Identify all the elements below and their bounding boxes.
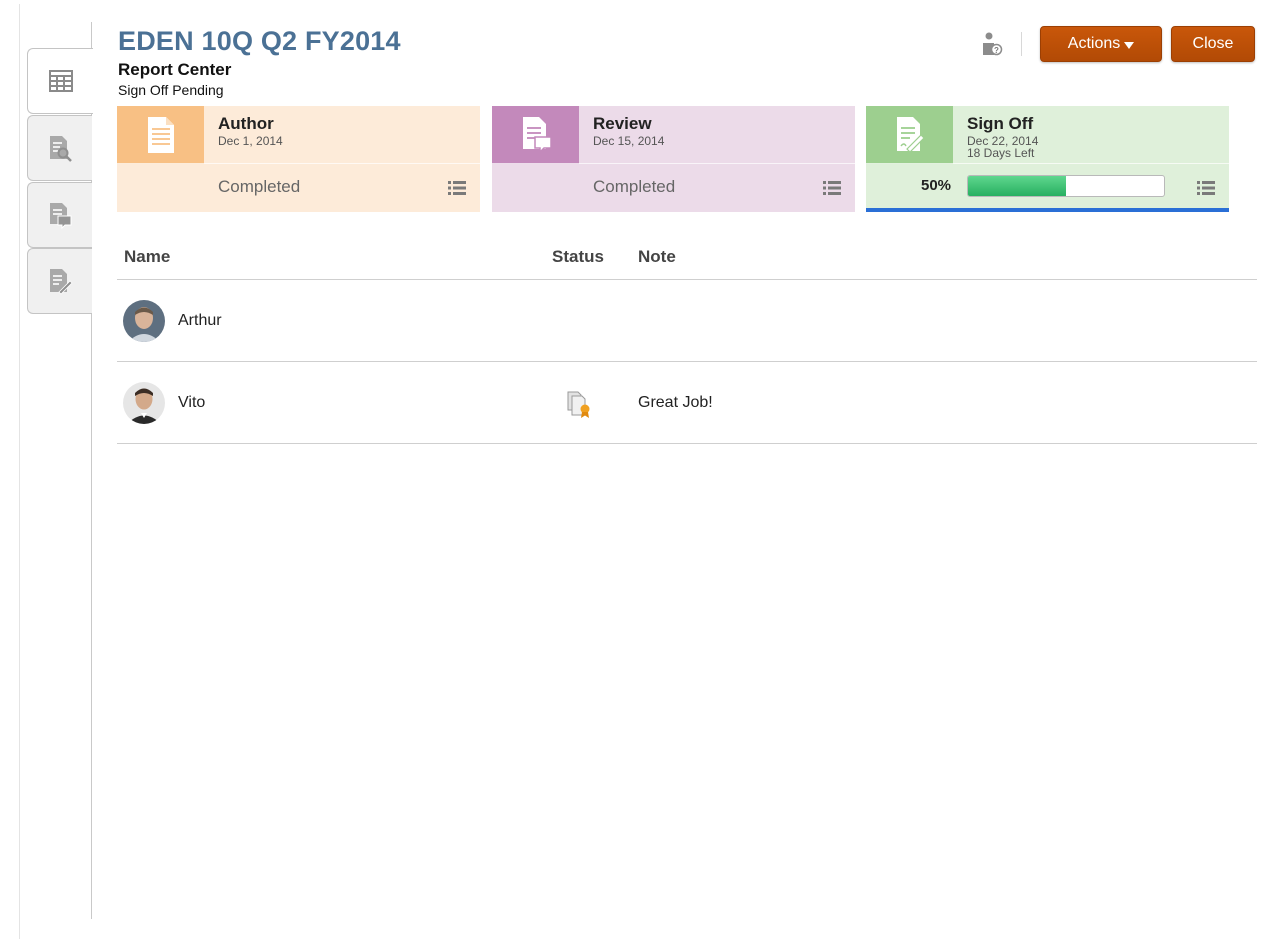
signed-certificate-icon — [567, 391, 590, 418]
header-divider — [1021, 32, 1022, 56]
phase-icon-box — [492, 106, 579, 164]
table-row-name: Vito — [178, 394, 206, 411]
document-comment-icon — [522, 117, 552, 154]
table-row-divider — [117, 443, 1257, 444]
actions-button[interactable]: Actions — [1040, 26, 1162, 62]
tab-overview[interactable] — [27, 48, 93, 114]
phase-card-footer: Completed — [492, 163, 855, 212]
document-sign-icon — [50, 269, 73, 295]
page-title: EDEN 10Q Q2 FY2014 — [118, 26, 401, 56]
phase-card-sign-off: Sign Off Dec 22, 2014 18 Days Left 50% — [866, 106, 1229, 212]
phase-card-author: Author Dec 1, 2014 Completed — [117, 106, 480, 212]
phase-name: Review — [593, 114, 652, 133]
column-header-status[interactable]: Status — [552, 247, 604, 267]
phase-icon-box — [866, 106, 953, 164]
phase-days-left: 18 Days Left — [967, 146, 1035, 160]
column-header-name[interactable]: Name — [124, 247, 170, 267]
avatar — [123, 300, 165, 342]
user-photo-icon — [123, 382, 165, 424]
tab-sign-off[interactable] — [27, 248, 92, 314]
phase-card-header: Review Dec 15, 2014 — [492, 106, 855, 164]
document-search-icon — [50, 136, 72, 162]
phase-state: Completed — [593, 177, 676, 196]
page-subtitle: Report Center — [118, 60, 232, 79]
phase-state: Completed — [218, 177, 301, 196]
phase-name: Author — [218, 114, 274, 133]
phase-card-footer: 50% — [866, 163, 1229, 212]
caret-down-icon — [1124, 41, 1135, 49]
document-comment-icon — [50, 203, 72, 230]
close-button[interactable]: Close — [1171, 26, 1255, 62]
window-edge — [19, 4, 20, 939]
phase-card-review: Review Dec 15, 2014 Completed — [492, 106, 855, 212]
user-help-icon[interactable]: ? — [981, 31, 1003, 57]
tab-review[interactable] — [27, 115, 92, 181]
svg-text:?: ? — [994, 46, 999, 55]
table-header-divider — [117, 279, 1257, 280]
phase-card-header: Author Dec 1, 2014 — [117, 106, 480, 164]
phase-name: Sign Off — [967, 114, 1034, 133]
avatar — [123, 382, 165, 424]
progress-bar-fill — [968, 176, 1066, 196]
user-photo-icon — [123, 300, 165, 342]
phase-card-header: Sign Off Dec 22, 2014 18 Days Left — [866, 106, 1229, 164]
phase-date: Dec 1, 2014 — [218, 134, 283, 148]
table-row-note: Great Job! — [638, 394, 713, 411]
progress-percent: 50% — [921, 177, 952, 194]
list-icon[interactable] — [823, 181, 841, 195]
document-sign-icon — [896, 117, 925, 153]
list-icon[interactable] — [448, 181, 466, 195]
list-icon[interactable] — [1197, 181, 1215, 195]
actions-button-label: Actions — [1067, 35, 1121, 52]
document-icon — [147, 117, 174, 153]
table-row-divider — [117, 361, 1257, 362]
phase-card-footer: Completed — [117, 163, 480, 212]
tab-comments[interactable] — [27, 182, 92, 248]
grid-icon — [48, 70, 73, 92]
progress-bar — [967, 175, 1165, 197]
phase-icon-box — [117, 106, 204, 164]
report-status: Sign Off Pending — [118, 82, 224, 98]
phase-date: Dec 15, 2014 — [593, 134, 665, 148]
table-row-name: Arthur — [178, 312, 222, 329]
column-header-note[interactable]: Note — [638, 247, 676, 267]
